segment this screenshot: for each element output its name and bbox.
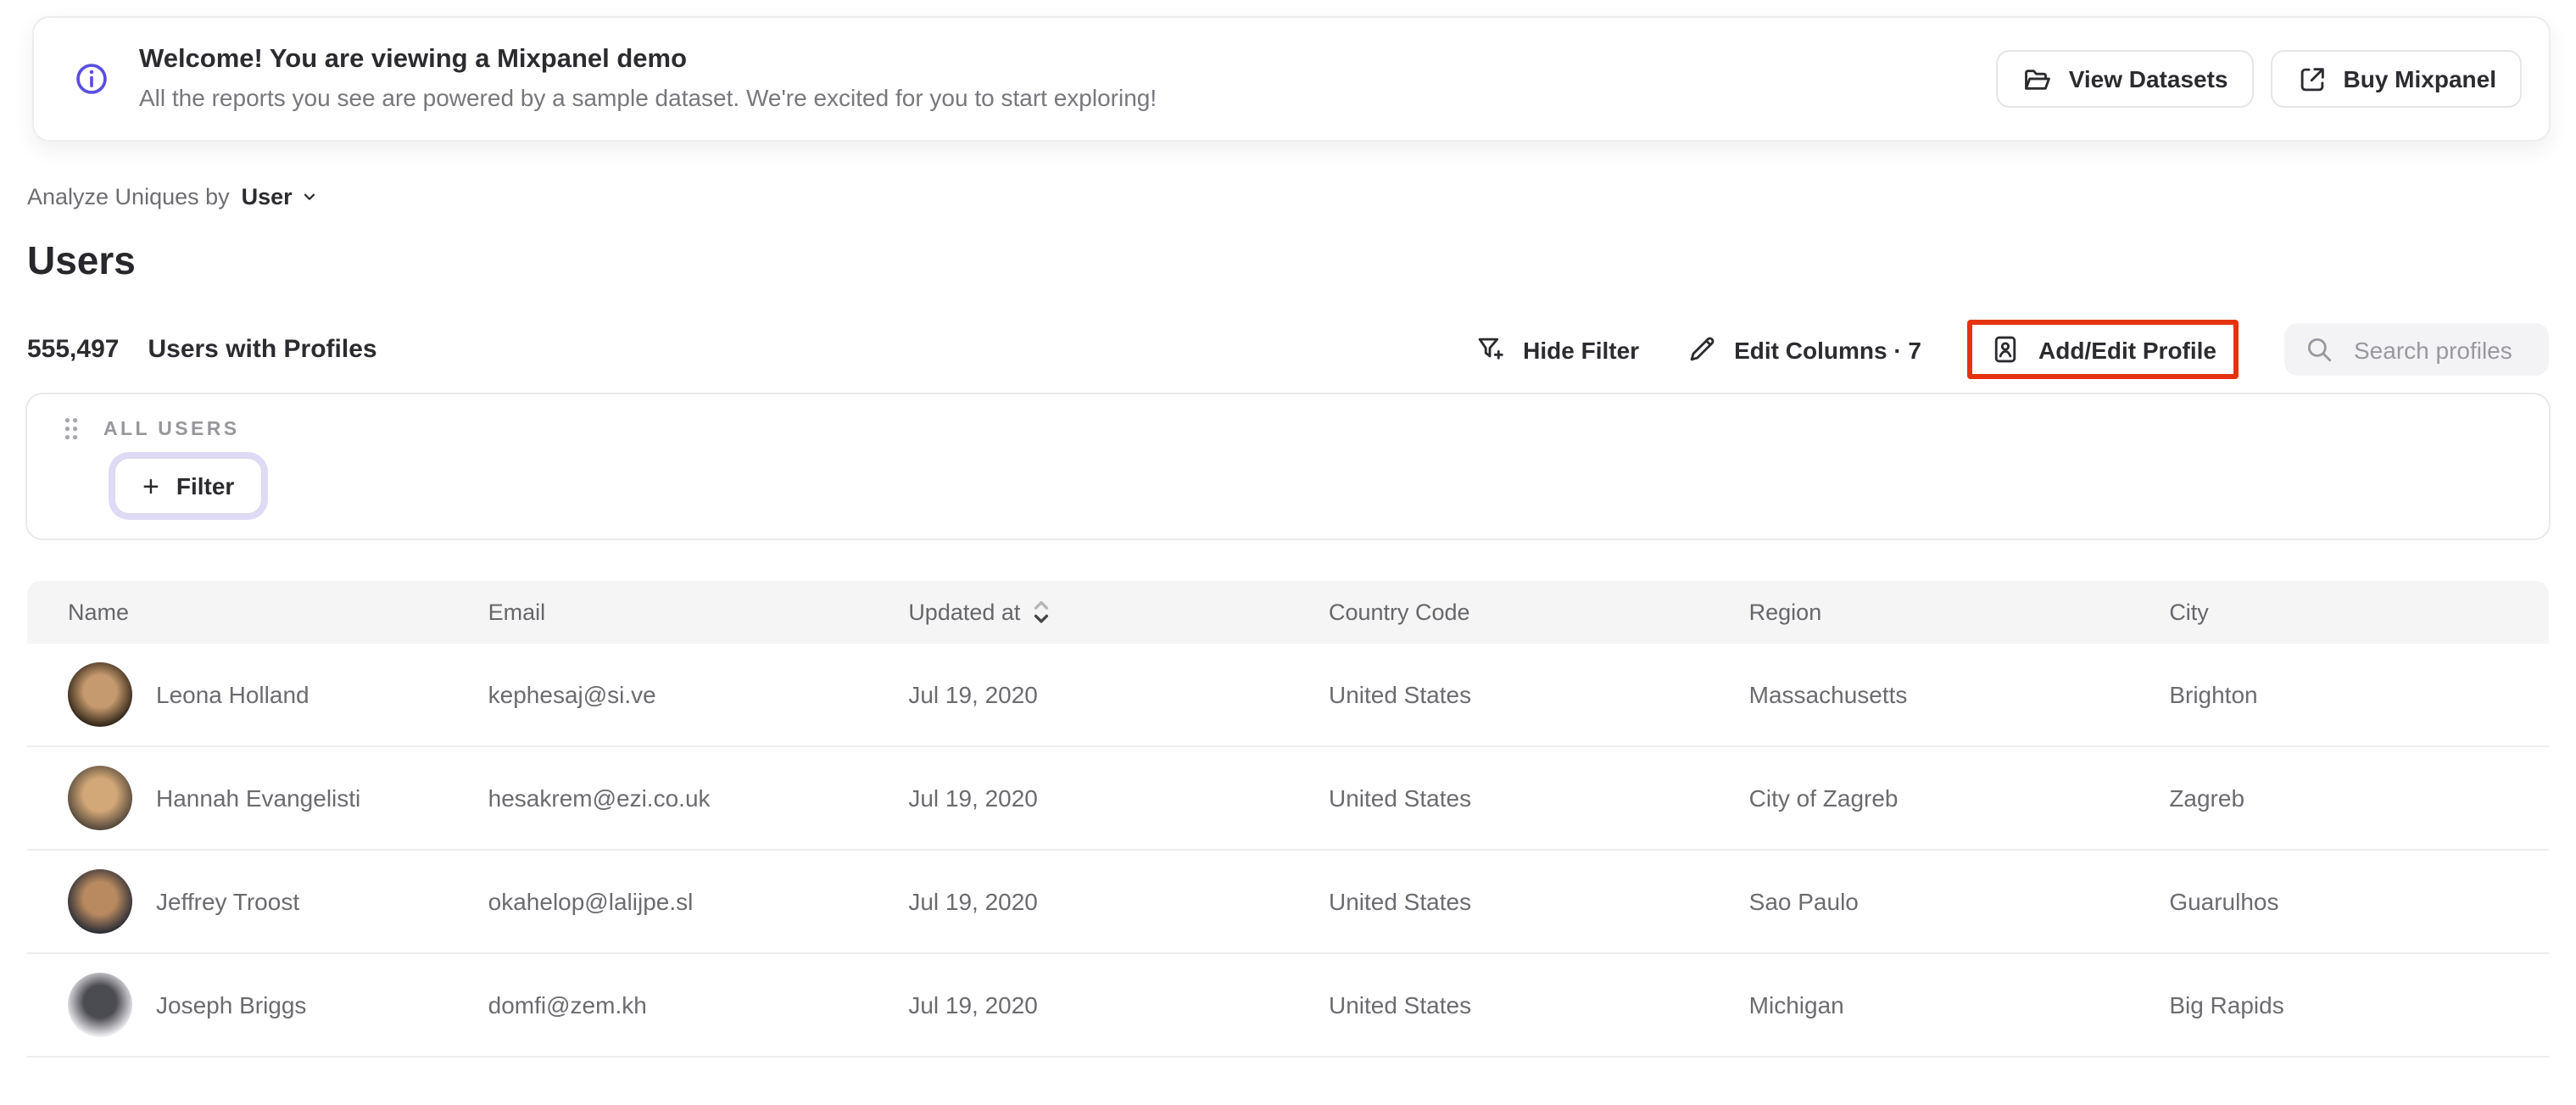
search-profiles-input[interactable] [2350,334,2529,365]
hide-filter-label: Hide Filter [1523,336,1640,363]
cell-updated-at: Jul 19, 2020 [908,991,1038,1018]
info-icon [73,60,110,98]
column-header-country-code: Country Code [1328,600,1470,625]
table-row[interactable]: Jeffrey Troost okahelop@lalijpe.sl Jul 1… [27,851,2549,954]
plus-icon: + [142,470,159,502]
avatar [68,662,132,727]
analyze-row: Analyze Uniques by User [27,184,2576,209]
table-row[interactable]: Hannah Evangelisti hesakrem@ezi.co.uk Ju… [27,747,2549,851]
profile-count-label: Users with Profiles [148,335,377,364]
filter-group-row: ALL USERS [63,416,2549,442]
filter-group-label: ALL USERS [103,419,240,439]
cell-updated-at: Jul 19, 2020 [908,681,1038,708]
cell-region: Sao Paulo [1748,888,1859,915]
cell-country-code: United States [1328,784,1472,812]
add-filter-button[interactable]: + Filter [114,457,264,515]
cell-email: okahelop@lalijpe.sl [488,888,694,915]
buy-mixpanel-button[interactable]: Buy Mixpanel [2270,50,2522,108]
analyze-by-dropdown[interactable]: User [242,184,320,209]
drag-handle-icon[interactable] [63,416,80,442]
column-header-email: Email [488,600,546,625]
analyze-value: User [241,184,293,209]
cell-region: Michigan [1748,991,1844,1018]
buy-mixpanel-label: Buy Mixpanel [2343,65,2497,92]
cell-country-code: United States [1328,681,1472,708]
column-header-updated-at[interactable]: Updated at [867,600,1288,625]
sort-icon [1032,600,1049,625]
cell-updated-at: Jul 19, 2020 [908,784,1038,812]
cell-city: Guarulhos [2169,888,2279,915]
cell-country-code: United States [1328,888,1472,915]
search-profiles-box [2284,323,2549,376]
search-icon [2305,335,2333,364]
cell-email: kephesaj@si.ve [488,681,656,708]
profile-count: 555,497 Users with Profiles [27,335,377,364]
page-title: Users [27,238,136,282]
cell-city: Big Rapids [2169,991,2284,1018]
profile-card-icon [1989,333,2021,366]
cell-email: domfi@zem.kh [488,991,647,1018]
cell-email: hesakrem@ezi.co.uk [488,784,711,812]
profile-count-value: 555,497 [27,335,120,364]
avatar [68,766,132,830]
table-header: Name Email Updated at Country Code Regio… [27,581,2549,644]
banner-buttons: View Datasets Buy Mixpanel [1995,50,2522,108]
filter-plus-icon [1474,333,1506,366]
external-link-icon [2296,63,2328,95]
column-header-region: Region [1748,600,1822,625]
banner-text: Welcome! You are viewing a Mixpanel demo… [139,43,1157,114]
stats-toolbar-row: 555,497 Users with Profiles Hide Filter [27,320,2549,379]
analyze-label: Analyze Uniques by [27,184,230,209]
edit-columns-label: Edit Columns · 7 [1734,336,1921,363]
filter-panel: ALL USERS + Filter [25,393,2551,540]
add-edit-profile-button[interactable]: Add/Edit Profile [1989,333,2216,366]
cell-country-code: United States [1328,991,1472,1018]
chevron-down-icon [301,187,320,206]
cell-region: Massachusetts [1748,681,1908,708]
hide-filter-button[interactable]: Hide Filter [1474,333,1639,366]
pencil-icon [1685,333,1717,366]
cell-name: Jeffrey Troost [156,888,300,915]
edit-columns-button[interactable]: Edit Columns · 7 [1685,333,1921,366]
column-header-city: City [2169,600,2209,625]
avatar [68,869,132,934]
annotation-highlight: Add/Edit Profile [1967,320,2239,379]
view-datasets-button[interactable]: View Datasets [1995,50,2254,108]
cell-region: City of Zagreb [1748,784,1899,812]
table-row[interactable]: Leona Holland kephesaj@si.ve Jul 19, 202… [27,644,2549,747]
users-page: Welcome! You are viewing a Mixpanel demo… [0,16,2576,1105]
view-datasets-label: View Datasets [2068,65,2228,92]
users-table: Name Email Updated at Country Code Regio… [27,581,2549,1058]
cell-name: Hannah Evangelisti [156,784,361,812]
cell-city: Zagreb [2169,784,2245,812]
column-header-name: Name [68,600,130,625]
cell-name: Leona Holland [156,681,309,708]
avatar [68,973,132,1037]
cell-name: Joseph Briggs [156,991,307,1018]
table-row[interactable]: Joseph Briggs domfi@zem.kh Jul 19, 2020 … [27,954,2549,1058]
cell-updated-at: Jul 19, 2020 [908,888,1038,915]
toolbar: Hide Filter Edit Columns · 7 Add/Edit Pr… [1474,320,2549,379]
banner-subtitle: All the reports you see are powered by a… [139,84,1157,111]
add-filter-label: Filter [176,472,235,499]
cell-city: Brighton [2169,681,2258,708]
demo-banner: Welcome! You are viewing a Mixpanel demo… [32,16,2551,142]
add-edit-profile-label: Add/Edit Profile [2038,336,2216,363]
banner-title: Welcome! You are viewing a Mixpanel demo [139,45,688,74]
folder-icon [2021,63,2054,95]
